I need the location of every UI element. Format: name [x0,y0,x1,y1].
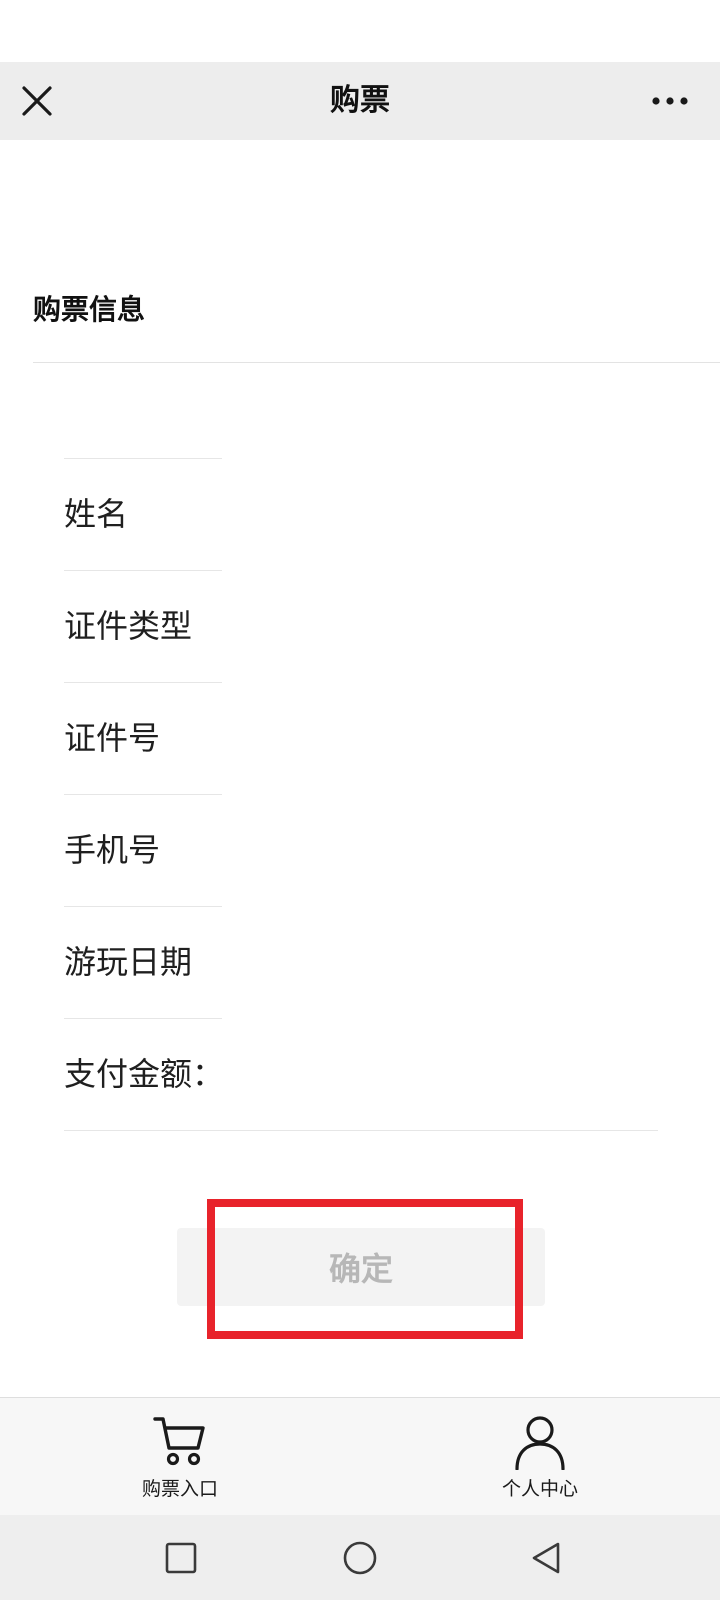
tab-label: 购票入口 [141,1478,218,1500]
highlight-annotation-box [207,1199,523,1339]
page-title: 购票 [330,83,390,118]
tab-label: 个人中心 [501,1478,578,1500]
field-label-name: 姓名 [64,495,129,533]
field-label-payment-amount: 支付金额： [64,1055,225,1093]
field-label-phone: 手机号 [64,831,161,869]
field-label-visit-date: 游玩日期 [64,943,193,981]
recent-apps-icon[interactable] [162,1539,200,1577]
navigation-bar: 购票 [0,62,720,140]
tab-ticket-entry[interactable]: 购票入口 [95,1398,265,1516]
home-icon[interactable] [341,1539,379,1577]
system-navigation-bar [0,1515,720,1600]
bottom-tab-bar: 购票入口 个人中心 [0,1397,720,1515]
form-row-visit-date[interactable]: 游玩日期 [64,906,658,1018]
section-divider [33,362,720,363]
field-label-id-type: 证件类型 [64,607,193,645]
form-row-payment-amount: 支付金额： [64,1018,658,1130]
form-row-phone[interactable]: 手机号 [64,794,658,906]
section-title: 购票信息 [33,293,146,326]
form-row-name[interactable]: 姓名 [64,458,658,570]
field-label-id-number: 证件号 [64,719,161,757]
form-row-id-type[interactable]: 证件类型 [64,570,658,682]
ticket-form: 姓名 证件类型 证件号 手机号 游玩日期 支付金额： [64,458,658,1130]
status-bar [0,0,720,62]
form-row-id-number[interactable]: 证件号 [64,682,658,794]
more-dots-icon[interactable] [648,86,692,116]
tab-personal-center[interactable]: 个人中心 [455,1398,625,1516]
cart-icon [153,1417,205,1466]
form-bottom-divider [64,1130,658,1131]
back-icon[interactable] [528,1539,566,1577]
person-icon [515,1416,565,1470]
